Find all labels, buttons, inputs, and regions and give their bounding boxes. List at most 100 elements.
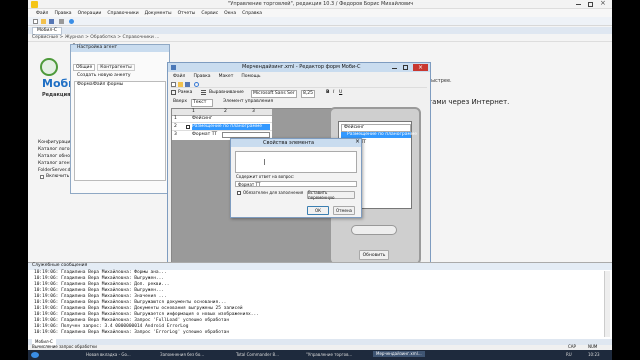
toolbar-open-icon[interactable] bbox=[41, 19, 46, 24]
agent-settings-title-bar: Настройка агент bbox=[71, 45, 169, 52]
grid-row-label: Фейсинг bbox=[192, 116, 213, 121]
log-line: 10:19:06: Гладилина Вера Михайловна: Зап… bbox=[34, 330, 230, 335]
mdi-tab-strip: Мобил-С bbox=[28, 27, 612, 35]
language-indicator[interactable]: RU bbox=[566, 352, 572, 358]
editor-toolbar-icons bbox=[171, 81, 427, 88]
minimize-icon[interactable] bbox=[576, 4, 581, 5]
app-menu-bar: Файл Правка Операции Справочники Докумен… bbox=[28, 9, 612, 17]
menu-file[interactable]: Файл bbox=[36, 11, 48, 16]
font-name-select[interactable]: Microsoft Sans Ser bbox=[251, 90, 297, 98]
toolbar-cut-icon[interactable] bbox=[59, 19, 64, 24]
menu-catalogs[interactable]: Справочники bbox=[107, 11, 138, 16]
agent-settings-title: Настройка агент bbox=[77, 45, 118, 50]
taskbar-item[interactable]: "Управление торгов... bbox=[306, 352, 352, 358]
editor-close-icon[interactable]: × bbox=[413, 64, 428, 71]
taskbar-item[interactable]: Новая вкладка - Go... bbox=[86, 352, 131, 358]
promo-text-top: быстрее. bbox=[428, 78, 452, 84]
save-form-icon[interactable] bbox=[185, 82, 190, 87]
tab-general[interactable]: Общие bbox=[73, 64, 96, 71]
ok-button[interactable]: ОК bbox=[307, 206, 329, 215]
device-keypad bbox=[351, 225, 397, 235]
app-logo-icon bbox=[31, 1, 38, 8]
question-input[interactable]: Формат ТТ bbox=[235, 181, 357, 187]
form-list-header: Форма bbox=[77, 82, 93, 87]
toolbar-save-icon[interactable] bbox=[49, 19, 54, 24]
form-list[interactable]: Форма Файл формы bbox=[74, 81, 166, 181]
underline-button[interactable]: U bbox=[339, 90, 342, 96]
grid-row-label: Размещение по планограмме bbox=[192, 124, 271, 130]
italic-button[interactable]: I bbox=[333, 90, 334, 96]
log-title-bar: Служебные сообщения bbox=[28, 263, 612, 270]
app-title-bar: "Управление торговлей", редакция 10.3 / … bbox=[28, 0, 612, 9]
brand-edition: Редакция bbox=[42, 92, 71, 98]
editor-menu-edit[interactable]: Правка bbox=[193, 74, 210, 79]
mdi-tab[interactable]: Мобил-С bbox=[32, 27, 62, 35]
grid-body: 1 Фейсинг 2 Размещение по планограмме 3 … bbox=[172, 116, 272, 140]
insert-variable-button[interactable]: Вставить переменную bbox=[307, 190, 355, 200]
menu-help[interactable]: Справка bbox=[242, 11, 262, 16]
editor-menu-layout[interactable]: Макет bbox=[219, 74, 234, 79]
log-lines: 10:19:06: Гладилина Вера Михайловна: Фор… bbox=[34, 270, 594, 338]
dialog-title: Свойства элемента bbox=[263, 140, 315, 146]
dialog-text-area[interactable] bbox=[235, 151, 357, 173]
bold-button[interactable]: B bbox=[326, 90, 329, 96]
menu-operations[interactable]: Операции bbox=[78, 11, 102, 16]
editor-menu-file[interactable]: Файл bbox=[173, 74, 185, 79]
element-type-select[interactable]: Текст bbox=[191, 99, 214, 107]
menu-service[interactable]: Сервис bbox=[201, 11, 218, 16]
new-form-icon[interactable] bbox=[171, 82, 176, 87]
maximize-icon[interactable] bbox=[588, 2, 593, 7]
log-scrollbar[interactable] bbox=[604, 271, 610, 337]
grid-row-num: 3 bbox=[174, 132, 177, 137]
preview-row: Фейсинг bbox=[341, 124, 411, 132]
required-checkbox[interactable] bbox=[237, 191, 241, 195]
breadcrumb[interactable]: Сервисные > Журнал > Обработка > Справоч… bbox=[32, 35, 159, 41]
editor-app-icon bbox=[171, 65, 176, 70]
breadcrumb-bar: Сервисные > Журнал > Обработка > Справоч… bbox=[28, 35, 612, 42]
agent-settings-window: Настройка агент Общие Контрагенты Создат… bbox=[70, 44, 170, 194]
menu-documents[interactable]: Документы bbox=[145, 11, 172, 16]
taskbar-item[interactable]: Запомнения без бо... bbox=[160, 352, 204, 358]
editor-toolbar-format: Рамка Выравнивание Microsoft Sans Ser 8,… bbox=[171, 89, 427, 98]
enable-checkbox[interactable] bbox=[40, 175, 44, 179]
editor-minimize-icon[interactable] bbox=[392, 68, 397, 69]
question-label: Содержит ответ на вопрос: bbox=[236, 174, 295, 179]
grid-row-checkbox[interactable] bbox=[186, 125, 190, 129]
undo-icon[interactable] bbox=[194, 82, 199, 87]
agent-settings-tabs: Общие Контрагенты bbox=[73, 64, 163, 71]
setting-config: Конфигурация bbox=[38, 140, 73, 145]
brand-panel: Мобил Редакция bbox=[38, 54, 84, 102]
toolbar-help-icon[interactable] bbox=[69, 19, 74, 24]
element-properties-dialog: Свойства элемента × Содержит ответ на во… bbox=[230, 138, 362, 218]
grid-row-selected[interactable]: 2 Размещение по планограмме bbox=[172, 124, 272, 131]
frame-button[interactable]: Рамка bbox=[178, 90, 192, 96]
taskbar-item[interactable]: Total Commander 8... bbox=[236, 352, 279, 358]
start-icon[interactable] bbox=[31, 352, 39, 358]
grid-row-label: Формат ТТ bbox=[192, 132, 218, 137]
menu-edit[interactable]: Правка bbox=[54, 11, 71, 16]
create-form-link[interactable]: Создать новую анкету bbox=[77, 73, 131, 79]
open-form-icon[interactable] bbox=[178, 82, 183, 87]
align-button[interactable]: Выравнивание bbox=[209, 90, 244, 96]
font-size-select[interactable]: 8,25 bbox=[301, 90, 316, 98]
cancel-button[interactable]: Отмена bbox=[333, 206, 355, 215]
close-icon[interactable]: × bbox=[600, 0, 606, 7]
menu-reports[interactable]: Отчеты bbox=[178, 11, 196, 16]
form-list-row[interactable]: Файл формы bbox=[93, 82, 123, 88]
editor-menu-bar: Файл Правка Макет Помощь bbox=[168, 73, 430, 80]
editor-maximize-icon[interactable] bbox=[403, 65, 408, 70]
grid-row-num: 1 bbox=[174, 116, 177, 121]
tab-contractors[interactable]: Контрагенты bbox=[97, 64, 135, 71]
menu-windows[interactable]: Окна bbox=[224, 11, 236, 16]
editor-title-bar: Мерчендайзинг.xml - Редактор форм Моби-С… bbox=[168, 63, 430, 72]
log-title: Служебные сообщения bbox=[32, 263, 88, 268]
grid-row[interactable]: 1 Фейсинг bbox=[172, 116, 272, 123]
taskbar-item-active[interactable]: Мерчендайзинг.xml... bbox=[373, 351, 425, 357]
taskbar: Новая вкладка - Go... Запомнения без бо.… bbox=[28, 350, 612, 360]
refresh-preview-button[interactable]: Обновить bbox=[359, 250, 389, 260]
toolbar-new-icon[interactable] bbox=[33, 19, 38, 24]
dialog-close-icon[interactable]: × bbox=[355, 139, 360, 145]
dialog-title-bar: Свойства элемента × bbox=[231, 139, 361, 147]
editor-title: Мерчендайзинг.xml - Редактор форм Моби-С bbox=[242, 64, 361, 70]
editor-menu-help[interactable]: Помощь bbox=[241, 74, 260, 79]
